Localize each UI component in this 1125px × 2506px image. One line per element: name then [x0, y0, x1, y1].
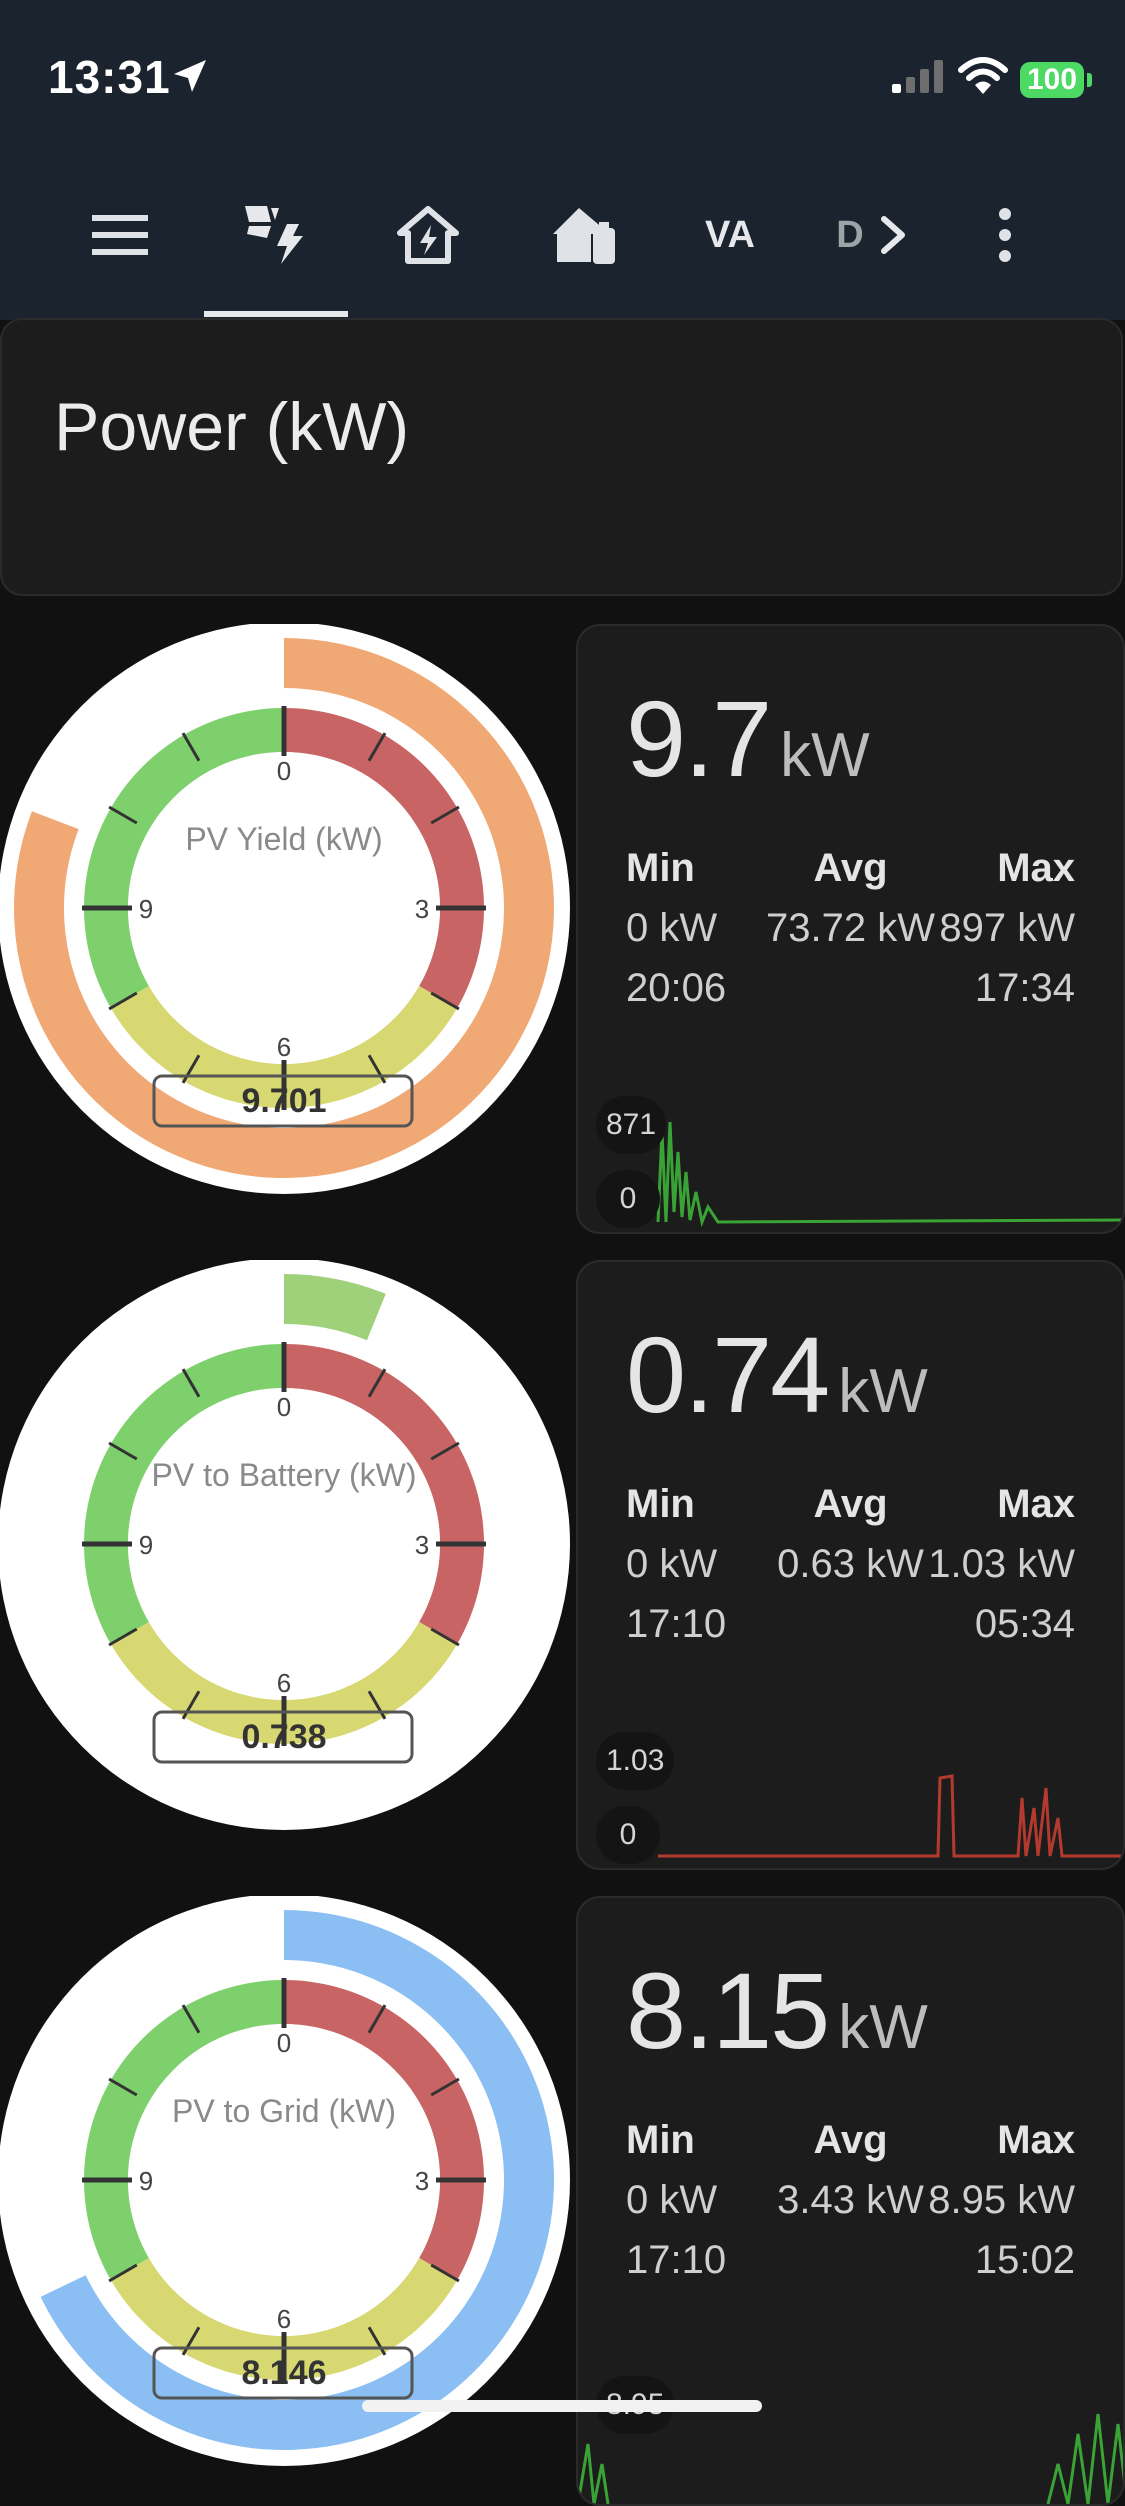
hamburger-menu-icon	[92, 215, 148, 255]
sparkline	[656, 1121, 1123, 1228]
gauge-tick-label: 0	[277, 1392, 291, 1422]
sparkline-trace	[658, 1774, 1123, 1858]
stats-header-row: Min Avg Max	[626, 846, 1075, 894]
gauge-1[interactable]: 0 3 6 9 PV to Battery (kW) 0.738	[0, 1260, 572, 1832]
tab-va[interactable]: VA	[670, 150, 790, 320]
menu-button[interactable]	[60, 150, 180, 320]
gauge-2[interactable]: 0 3 6 9 PV to Grid (kW) 8.146	[0, 1896, 572, 2468]
unit: kW	[838, 1357, 928, 1426]
gauge-tick-label: 9	[139, 1530, 153, 1560]
tab-d[interactable]: D	[820, 150, 930, 320]
spark-min-label: 0	[596, 1806, 660, 1864]
max-label: Max	[997, 846, 1075, 890]
max-label: Max	[997, 1482, 1075, 1526]
tab-va-label: VA	[705, 213, 755, 256]
gauge-tick-label: 3	[415, 1530, 429, 1560]
min-time: 17:10	[626, 1602, 727, 1646]
gauge-title: PV to Grid (kW)	[172, 2093, 396, 2129]
gauge-value-text: 8.146	[241, 2354, 326, 2392]
max-value: 897 kW	[939, 906, 1075, 950]
stats-value-row: 0 kW 73.72 kW 897 kW	[626, 906, 1075, 954]
current-value: 8.15 kW	[626, 1950, 928, 2071]
gauge-inner	[128, 1388, 440, 1700]
status-bar: 13:31 100	[0, 0, 1125, 150]
gauge-0[interactable]: 0 3 6 9 PV Yield (kW) 9.701	[0, 624, 572, 1196]
stats-time-row: 17:10 05:34	[626, 1602, 1075, 1650]
tab-energy[interactable]	[206, 150, 346, 320]
solar-power-icon	[245, 206, 303, 264]
gauge-tick-label: 3	[415, 2166, 429, 2196]
max-time: 15:02	[974, 2238, 1075, 2282]
gauge-tick-label: 0	[277, 756, 291, 786]
current-value: 9.7 kW	[626, 678, 870, 799]
stats-header-row: Min Avg Max	[626, 2118, 1075, 2166]
max-label: Max	[997, 2118, 1075, 2162]
spark-max-label: 1.03	[596, 1732, 675, 1790]
section-header-card: Power (kW)	[0, 318, 1123, 596]
home-indicator[interactable]	[362, 2400, 762, 2412]
stats-time-row: 17:10 15:02	[626, 2238, 1075, 2286]
spark-min-label: 0	[596, 1170, 660, 1228]
min-time: 17:10	[626, 2238, 727, 2282]
current-value: 0.74 kW	[626, 1314, 928, 1435]
cellular-signal-icon	[892, 60, 943, 93]
active-tab-indicator	[204, 311, 348, 317]
stats-value-row: 0 kW 3.43 kW 8.95 kW	[626, 2178, 1075, 2226]
gauge-tick-label: 6	[277, 1032, 291, 1062]
stat-card-0[interactable]: 9.7 kW Min Avg Max 0 kW 73.72 kW 897 kW 2…	[576, 624, 1125, 1234]
tab-d-label: D	[836, 213, 864, 256]
unit: kW	[838, 1993, 928, 2062]
stat-card-2[interactable]: 8.15 kW Min Avg Max 0 kW 3.43 kW 8.95 kW …	[576, 1896, 1125, 2506]
gauge-title: PV to Battery (kW)	[152, 1457, 417, 1493]
gauge-tick-label: 0	[277, 2028, 291, 2058]
gauge-title: PV Yield (kW)	[185, 821, 382, 857]
tab-home[interactable]	[368, 150, 488, 320]
stats-header-row: Min Avg Max	[626, 1482, 1075, 1530]
battery-tip	[1087, 73, 1092, 87]
max-time: 05:34	[974, 1602, 1075, 1646]
gauge-value-text: 0.738	[241, 1718, 326, 1756]
overflow-menu-button[interactable]	[970, 150, 1040, 320]
max-value: 1.03 kW	[928, 1542, 1075, 1586]
wifi-icon	[958, 57, 1008, 94]
stat-card-1[interactable]: 0.74 kW Min Avg Max 0 kW 0.63 kW 1.03 kW …	[576, 1260, 1125, 1870]
spark-max-label: 871	[596, 1096, 667, 1154]
max-value: 8.95 kW	[928, 2178, 1075, 2222]
gauge-value-text: 9.701	[241, 1082, 326, 1120]
more-vertical-icon	[999, 208, 1011, 262]
section-title: Power (kW)	[54, 389, 410, 465]
gauge-inner	[128, 2024, 440, 2336]
gauge-tick-label: 3	[415, 894, 429, 924]
min-time: 20:06	[626, 966, 727, 1010]
chevron-right-icon[interactable]	[874, 213, 914, 257]
location-arrow-icon	[174, 60, 206, 92]
gauge-tick-label: 9	[139, 894, 153, 924]
sparkline-trace	[656, 1121, 1123, 1228]
gauge-inner	[128, 752, 440, 1064]
unit: kW	[780, 721, 870, 790]
home-lightning-icon	[397, 206, 459, 264]
tab-home-battery[interactable]	[524, 150, 644, 320]
max-time: 17:34	[974, 966, 1075, 1010]
gauge-tick-label: 6	[277, 2304, 291, 2334]
gauge-tick-label: 9	[139, 2166, 153, 2196]
app-toolbar: VA D	[0, 150, 1125, 320]
home-battery-icon	[553, 208, 615, 264]
battery-indicator: 100	[1020, 62, 1084, 98]
gauge-tick-label: 6	[277, 1668, 291, 1698]
stats-value-row: 0 kW 0.63 kW 1.03 kW	[626, 1542, 1075, 1590]
stats-time-row: 20:06 17:34	[626, 966, 1075, 1014]
clock: 13:31	[48, 51, 171, 103]
